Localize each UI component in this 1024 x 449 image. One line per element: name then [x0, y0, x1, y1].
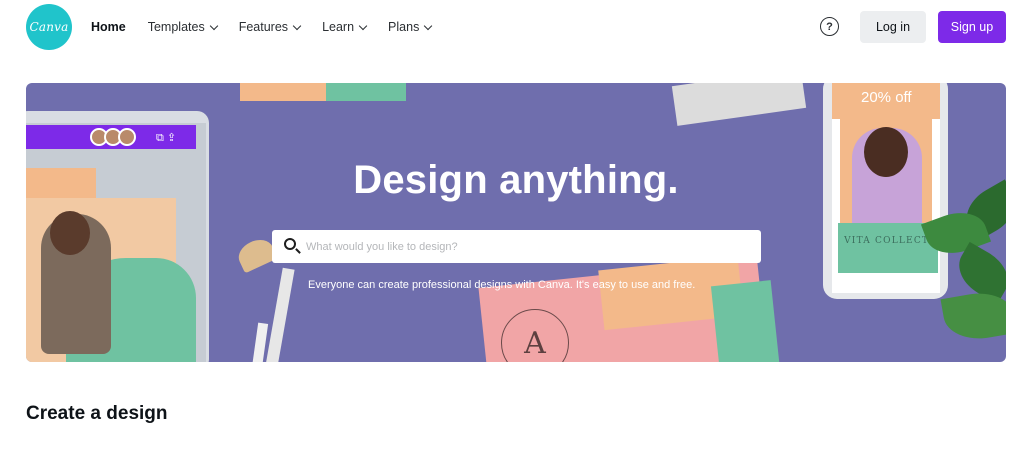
nav-link-features[interactable]: Features [238, 17, 302, 37]
chevron-down-icon [424, 21, 433, 30]
design-search-bar[interactable] [272, 230, 761, 263]
nav-links: Home Templates Features Learn Plans [91, 17, 453, 37]
search-input[interactable] [306, 230, 746, 263]
plant-leaf [940, 287, 1006, 345]
share-icon: ⧉ ⇪ [156, 132, 177, 144]
hero-title: Design anything. [353, 158, 679, 202]
question-circle-icon[interactable]: ? [820, 17, 839, 36]
hero-subtitle: Everyone can create professional designs… [308, 279, 696, 291]
nav-link-home[interactable]: Home [91, 17, 126, 37]
top-navigation: Canva Home Templates Features Learn Plan… [0, 0, 1024, 54]
nav-link-label: Home [91, 20, 126, 34]
logo-text: Canva [29, 20, 69, 34]
search-icon [284, 238, 296, 250]
nav-link-label: Features [238, 20, 289, 34]
nav-link-learn[interactable]: Learn [322, 17, 368, 37]
collaborator-avatars [90, 128, 136, 146]
login-button[interactable]: Log in [860, 11, 926, 43]
chevron-down-icon [209, 21, 218, 30]
phone-caption: VITA COLLECTI [844, 236, 934, 246]
decorative-box [671, 83, 807, 126]
nav-link-label: Plans [388, 20, 420, 34]
nav-link-plans[interactable]: Plans [388, 17, 433, 37]
nav-link-label: Templates [147, 20, 205, 34]
chevron-down-icon [292, 21, 302, 30]
avatar [118, 128, 136, 146]
pencil-icon [265, 267, 295, 362]
canva-logo[interactable]: Canva [26, 4, 72, 50]
chevron-down-icon [358, 21, 368, 30]
nav-link-templates[interactable]: Templates [147, 17, 218, 37]
pencil-icon [249, 322, 269, 362]
decorative-card [326, 83, 406, 101]
signup-button[interactable]: Sign up [938, 11, 1006, 43]
person-head [50, 211, 90, 255]
decorative-shape [710, 280, 782, 362]
promo-text: 20% off [861, 89, 912, 106]
section-title: Create a design [26, 403, 168, 424]
hero-banner: ⧉ ⇪ A 20% off VITA COLLECTI Design anyth… [26, 83, 1006, 362]
nav-link-label: Learn [322, 20, 355, 34]
